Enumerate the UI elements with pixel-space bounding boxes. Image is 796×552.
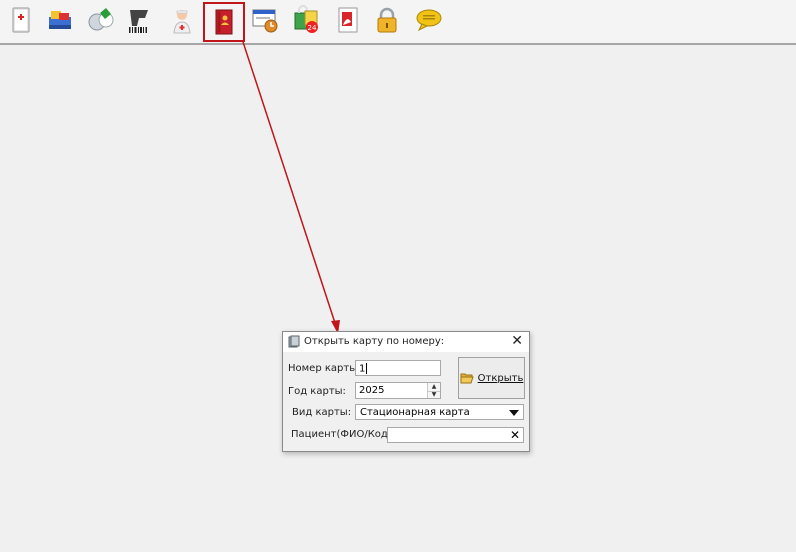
close-icon[interactable]: ✕ bbox=[511, 334, 523, 348]
patient-label: Пациент(ФИО/Код): bbox=[291, 429, 396, 440]
card-type-label: Вид карты: bbox=[292, 407, 352, 418]
card-type-value: Стационарная карта bbox=[360, 407, 470, 418]
spin-down-icon[interactable]: ▼ bbox=[428, 391, 440, 399]
annotation-arrow bbox=[242, 41, 340, 334]
chevron-down-icon[interactable] bbox=[509, 410, 519, 416]
dialog-title: Открыть карту по номеру: bbox=[304, 336, 445, 347]
patient-search-input[interactable]: ✕ bbox=[387, 427, 524, 443]
dialog-titlebar[interactable]: Открыть карту по номеру: ✕ bbox=[283, 332, 529, 352]
year-spin-buttons[interactable]: ▲ ▼ bbox=[427, 383, 440, 398]
card-year-spinner[interactable]: 2025 ▲ ▼ bbox=[355, 382, 441, 399]
clear-icon[interactable]: ✕ bbox=[510, 428, 520, 442]
card-number-label: Номер карты: bbox=[288, 363, 361, 374]
open-card-dialog: Открыть карту по номеру: ✕ Номер карты: … bbox=[282, 331, 530, 452]
card-stack-icon bbox=[288, 335, 300, 348]
card-number-value: 1 bbox=[359, 363, 366, 375]
card-type-select[interactable]: Стационарная карта bbox=[355, 404, 524, 420]
card-year-value: 2025 bbox=[359, 385, 385, 396]
card-year-label: Год карты: bbox=[288, 386, 346, 397]
card-number-input[interactable]: 1 bbox=[355, 360, 441, 376]
folder-open-icon bbox=[460, 373, 474, 384]
open-button-label: Открыть bbox=[477, 372, 524, 384]
open-button[interactable]: Открыть bbox=[458, 357, 525, 399]
